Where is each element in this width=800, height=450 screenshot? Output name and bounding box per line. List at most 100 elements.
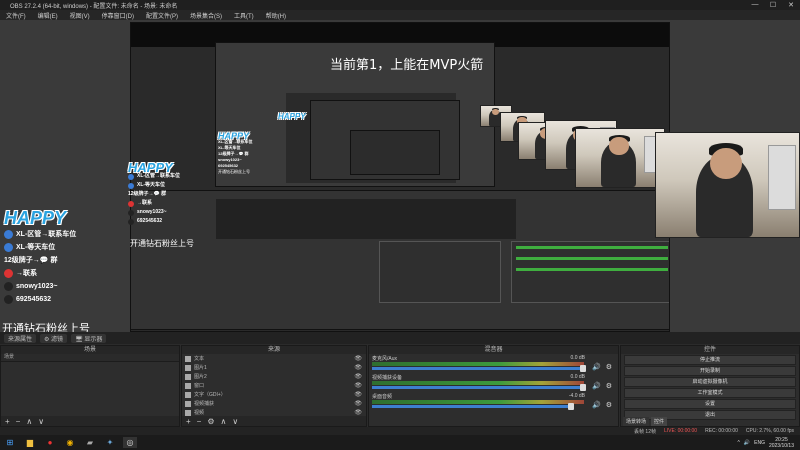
menu-scene-collection[interactable]: 场景集合(S) xyxy=(184,11,228,20)
menu-tools[interactable]: 工具(T) xyxy=(228,11,260,20)
slider-handle[interactable] xyxy=(580,365,586,372)
weibo-icon xyxy=(128,200,134,207)
menu-help[interactable]: 帮助(H) xyxy=(260,11,292,20)
scenes-list-item[interactable]: 场景 xyxy=(1,354,179,362)
volume-meter xyxy=(372,362,584,366)
webcam-frame-6 xyxy=(655,132,800,238)
eye-icon[interactable]: 👁 xyxy=(354,400,362,407)
source-properties-tab[interactable]: 来源属性 xyxy=(4,333,37,343)
windows-start-icon[interactable]: ⊞ xyxy=(3,437,17,448)
steam-icon[interactable]: ✦ xyxy=(103,437,117,448)
add-scene-button[interactable]: + xyxy=(5,417,10,426)
eye-icon[interactable]: 👁 xyxy=(354,409,362,416)
remove-scene-button[interactable]: − xyxy=(16,417,21,426)
sign-medium: HAPPY XL-区管→联系车位 XL-等天车位 12级牌子→💬 群 →联系 s… xyxy=(128,161,180,226)
minimize-button[interactable]: — xyxy=(746,1,764,9)
add-source-button[interactable]: + xyxy=(186,417,191,426)
gear-icon[interactable]: ⚙ xyxy=(606,382,612,390)
eye-icon[interactable]: 👁 xyxy=(354,382,362,389)
mixer-channel: 麦克风/Aux 0.0 dB 🔊 ⚙ xyxy=(372,355,615,373)
volume-slider[interactable] xyxy=(372,365,586,372)
sign-logo: HAPPY xyxy=(4,208,67,228)
sign-logo: HAPPY xyxy=(278,112,306,121)
source-item[interactable]: 文字（GDI+） 👁 xyxy=(182,390,366,399)
sign-line: XL-等天车位 xyxy=(16,244,56,251)
obs-icon[interactable]: ◎ xyxy=(123,437,137,448)
clock[interactable]: 20:25 2023/10/13 xyxy=(769,437,794,449)
xl-icon xyxy=(4,230,13,239)
app-icon[interactable]: ▰ xyxy=(83,437,97,448)
channel-volume: 0.0 dB xyxy=(570,355,585,361)
volume-slider[interactable] xyxy=(372,384,586,391)
menu-edit[interactable]: 编辑(E) xyxy=(32,11,64,20)
source-item[interactable]: 图片1 👁 xyxy=(182,363,366,372)
eye-icon[interactable]: 👁 xyxy=(354,355,362,362)
sign-bottom: 开通钻石粉丝上号 xyxy=(218,169,250,174)
filters-tab[interactable]: ⚙ 滤镜 xyxy=(40,333,68,343)
source-item[interactable]: 文本 👁 xyxy=(182,354,366,363)
chevron-up-icon[interactable]: ^ xyxy=(738,440,740,446)
move-up-button[interactable]: ∧ xyxy=(26,417,32,426)
file-explorer-icon[interactable]: ▆ xyxy=(23,437,37,448)
menu-file[interactable]: 文件(F) xyxy=(0,11,32,20)
menu-profile[interactable]: 配置文件(P) xyxy=(140,11,184,20)
cpu-status: CPU: 2.7%, 60.00 fps xyxy=(745,428,794,434)
maximize-button[interactable]: ☐ xyxy=(764,1,782,9)
sign-line: 12级牌子→💬 群 xyxy=(128,191,167,197)
move-down-button[interactable]: ∨ xyxy=(232,417,238,426)
remove-source-button[interactable]: − xyxy=(197,417,202,426)
scenes-title: 场景 xyxy=(1,346,179,354)
speaker-tray-icon[interactable]: 🔊 xyxy=(744,440,750,446)
speaker-icon[interactable]: 🔊 xyxy=(592,363,601,371)
speaker-icon[interactable]: 🔊 xyxy=(592,382,601,390)
gear-icon[interactable]: ⚙ xyxy=(606,363,612,371)
video-source-icon xyxy=(185,409,191,416)
volume-meter xyxy=(372,381,584,385)
tab-scene-transitions[interactable]: 场景转场 xyxy=(623,417,650,426)
menu-docks[interactable]: 停靠窗口(D) xyxy=(96,11,140,20)
display-tab[interactable]: 🖥 显示器 xyxy=(71,333,107,343)
chrome-icon[interactable]: ◉ xyxy=(63,437,77,448)
slider-handle[interactable] xyxy=(580,384,586,391)
source-item[interactable]: 窗口 👁 xyxy=(182,381,366,390)
eye-icon[interactable]: 👁 xyxy=(354,373,362,380)
studio-mode-button[interactable]: 工作室模式 xyxy=(624,388,796,398)
sign-line: XL-等天车位 xyxy=(137,182,166,188)
scenes-dock: 场景 场景 + − ∧ ∨ xyxy=(0,345,180,427)
audio-mixer-dock: 混音器 麦克风/Aux 0.0 dB 🔊 ⚙ 视频捕获设备 0.0 dB 🔊 ⚙… xyxy=(368,345,619,427)
move-down-button[interactable]: ∨ xyxy=(38,417,44,426)
language-indicator[interactable]: ENG xyxy=(754,440,765,446)
douyin-icon xyxy=(4,282,13,291)
sign-large: HAPPY XL-区管→联系车位 XL-等天车位 12级牌子→💬 群 →联系 s… xyxy=(4,208,76,306)
start-virtual-camera-button[interactable]: 启动虚拟摄像机 xyxy=(624,377,796,387)
eye-icon[interactable]: 👁 xyxy=(354,391,362,398)
window-source-icon xyxy=(185,382,191,389)
menu-view[interactable]: 视图(V) xyxy=(64,11,96,20)
tab-controls[interactable]: 控件 xyxy=(651,417,668,426)
volume-slider[interactable] xyxy=(372,403,574,410)
start-recording-button[interactable]: 开始录制 xyxy=(624,366,796,376)
mixer-channel: 桌面音频 -4.0 dB 🔊 ⚙ xyxy=(372,393,615,411)
mixer-channel: 视频捕获设备 0.0 dB 🔊 ⚙ xyxy=(372,374,615,392)
status-bar: 丢帧 12帧 LIVE: 00:00:00 REC: 00:00:00 CPU:… xyxy=(0,427,800,435)
gear-icon[interactable]: ⚙ xyxy=(606,401,612,409)
source-toolbar: 来源属性 ⚙ 滤镜 🖥 显示器 xyxy=(0,332,800,344)
webcam-frame-5 xyxy=(575,128,665,188)
move-up-button[interactable]: ∧ xyxy=(221,417,227,426)
source-item[interactable]: 视频捕获 👁 xyxy=(182,399,366,408)
windows-taskbar: ⊞ ▆ ● ◉ ▰ ✦ ◎ ^ 🔊 ENG 20:25 2023/10/13 xyxy=(0,435,800,450)
sign-line: 12级牌子→💬 群 xyxy=(4,257,58,264)
system-tray: ^ 🔊 ENG 20:25 2023/10/13 xyxy=(738,437,800,449)
speaker-icon[interactable]: 🔊 xyxy=(592,401,601,409)
slider-handle[interactable] xyxy=(568,403,574,410)
app-red-icon[interactable]: ● xyxy=(43,437,57,448)
source-item[interactable]: 图片2 👁 xyxy=(182,372,366,381)
settings-button[interactable]: 设置 xyxy=(624,399,796,409)
sign-line: 692545632 xyxy=(137,218,163,224)
text-source-icon xyxy=(185,391,191,398)
eye-icon[interactable]: 👁 xyxy=(354,364,362,371)
close-button[interactable]: ✕ xyxy=(782,1,800,9)
preview-canvas[interactable]: 当前第1，上能在MVP火箭 HAPPY HAPPY XL-区管→联系车位 XL-… xyxy=(0,20,800,332)
stop-streaming-button[interactable]: 停止推流 xyxy=(624,355,796,365)
source-settings-button[interactable]: ⚙ xyxy=(207,417,214,426)
